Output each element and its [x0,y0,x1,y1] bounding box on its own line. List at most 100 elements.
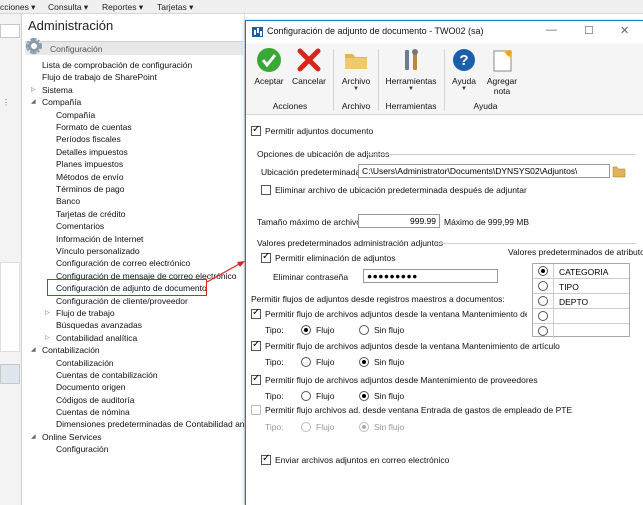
left-strip-selected[interactable] [0,364,20,384]
nav-item-informacion-internet[interactable]: Información de Internet [56,234,143,244]
nav-item-contabilizacion-group[interactable]: Contabilización [42,345,100,355]
item-noflow-radio[interactable] [359,357,369,367]
tools-menu-button[interactable]: Herramientas ▼ [382,47,440,92]
collapse-icon[interactable]: ◢ [31,346,36,353]
maximize-icon[interactable]: ☐ [584,24,594,37]
delete-default-file-label: Eliminar archivo de ubicación predetermi… [275,185,527,195]
nav-section-header[interactable]: Configuración [25,38,243,55]
nav-item-planes-impuestos[interactable]: Planes impuestos [56,159,123,169]
delete-password-label: Eliminar contraseña [273,272,349,282]
help-menu-button[interactable]: ? Ayuda ▼ [448,47,480,92]
group-tools: Herramientas [385,101,437,111]
x-icon [296,47,322,73]
type-label: Tipo: [265,325,284,335]
add-note-button[interactable]: Agregar nota [483,47,521,96]
noflow-option-label: Sin flujo [374,357,405,367]
close-icon[interactable]: ✕ [620,24,629,37]
attribute-row[interactable]: CATEGORIA [533,264,629,279]
allow-attachments-checkbox[interactable] [251,124,261,136]
menu-consulta[interactable]: Consulta ▾ [48,2,88,13]
item-flow-checkbox[interactable] [251,339,261,351]
collapse-icon[interactable]: ◢ [31,98,36,105]
attribute-row-selector[interactable] [538,326,548,336]
vendor-flow-checkbox[interactable] [251,373,261,385]
collapse-icon[interactable]: ◢ [31,433,36,440]
nav-item-setup-checklist[interactable]: Lista de comprobación de configuración [42,60,192,70]
attribute-row[interactable]: DEPTO [533,294,629,309]
nav-item-contabilidad-analitica[interactable]: Contabilidad analítica [56,333,137,343]
nav-item-sharepoint-workflow[interactable]: Flujo de trabajo de SharePoint [42,72,157,82]
nav-item-tarjetas-credito[interactable]: Tarjetas de crédito [56,209,125,219]
employee-expense-noflow-radio[interactable] [359,422,369,432]
group-actions: Acciones [272,101,308,111]
nav-item-comentarios[interactable]: Comentarios [56,221,104,231]
nav-item-compania[interactable]: Compañía [56,110,95,120]
minimize-icon[interactable]: — [546,24,557,36]
customer-flow-checkbox[interactable] [251,307,261,319]
file-menu-button[interactable]: Archivo ▼ [338,47,374,92]
employee-expense-flow-radio[interactable] [301,422,311,432]
nav-item-codigos-auditoria[interactable]: Códigos de auditoría [56,395,134,405]
nav-item-cuentas-nomina[interactable]: Cuentas de nómina [56,407,130,417]
expand-icon[interactable]: ▷ [31,86,36,93]
nav-item-online-configuracion[interactable]: Configuración [56,444,108,454]
nav-item-online-services[interactable]: Online Services [42,432,102,442]
nav-item-contabilizacion[interactable]: Contabilización [56,358,114,368]
nav-item-periodos-fiscales[interactable]: Períodos fiscales [56,134,121,144]
delete-default-file-checkbox[interactable] [261,185,271,195]
nav-item-terminos-pago[interactable]: Términos de pago [56,184,125,194]
nav-item-documento-origen[interactable]: Documento origen [56,382,125,392]
customer-noflow-radio[interactable] [359,325,369,335]
customer-flow-radio[interactable] [301,325,311,335]
attribute-row-selector[interactable] [538,311,548,321]
nav-item-banco[interactable]: Banco [56,196,80,206]
cancel-button[interactable]: Cancelar [289,47,329,86]
flow-option-label: Flujo [316,357,335,367]
ribbon-separator [444,49,445,111]
nav-item-sistema[interactable]: Sistema [42,85,73,95]
allow-delete-checkbox[interactable] [261,251,271,263]
accept-button[interactable]: Aceptar [250,47,288,86]
nav-item-busquedas-avanzadas[interactable]: Búsquedas avanzadas [56,320,142,330]
nav-item-dimensiones-predeterminadas[interactable]: Dimensiones predeterminadas de Contabili… [56,419,267,429]
send-email-checkbox[interactable] [261,453,271,465]
nav-item-flujo-trabajo[interactable]: Flujo de trabajo [56,308,115,318]
vendor-flow-radio[interactable] [301,391,311,401]
nav-section-label: Configuración [50,44,103,54]
attribute-row[interactable]: TIPO [533,279,629,294]
folder-icon [343,47,369,73]
nav-item-config-correo[interactable]: Configuración de correo electrónico [56,258,190,268]
attribute-row-selector[interactable] [538,296,548,306]
browse-folder-icon[interactable] [612,164,626,178]
nav-item-config-cliente-proveedor[interactable]: Configuración de cliente/proveedor [56,296,188,306]
left-strip-box[interactable] [0,24,20,38]
nav-item-vinculo-personalizado[interactable]: Vínculo personalizado [56,246,140,256]
nav-item-compania-group[interactable]: Compañía [42,97,81,107]
nav-item-cuentas-contabilizacion[interactable]: Cuentas de contabilización [56,370,158,380]
item-flow-radio[interactable] [301,357,311,367]
expand-icon[interactable]: ▷ [45,334,50,341]
menu-tarjetas[interactable]: Tarjetas ▾ [157,2,193,13]
attribute-row-selector[interactable] [538,266,548,276]
menu-reportes[interactable]: Reportes ▾ [102,2,143,13]
group-divider [366,154,636,155]
group-divider [436,243,636,244]
expand-icon[interactable]: ▷ [45,309,50,316]
window-titlebar: Configuración de adjunto de documento - … [246,21,643,43]
ribbon-separator [378,49,379,111]
checkmark-icon [256,47,282,73]
delete-password-input[interactable]: ●●●●●●●●● [363,269,498,283]
nav-item-formato-cuentas[interactable]: Formato de cuentas [56,122,132,132]
attribute-row[interactable] [533,324,629,339]
nav-item-metodos-envio[interactable]: Métodos de envío [56,172,124,182]
default-location-input[interactable]: C:\Users\Administrator\Documents\DYNSYS0… [358,164,610,178]
max-size-input[interactable]: 999.99 [358,214,440,228]
nav-item-detalles-impuestos[interactable]: Detalles impuestos [56,147,128,157]
vendor-noflow-radio[interactable] [359,391,369,401]
help-label: Ayuda [452,76,476,86]
employee-expense-flow-checkbox[interactable] [251,405,261,415]
attribute-row-selector[interactable] [538,281,548,291]
noflow-option-label: Sin flujo [374,325,405,335]
attribute-row[interactable] [533,309,629,324]
menu-acciones[interactable]: cciones ▾ [0,2,35,13]
